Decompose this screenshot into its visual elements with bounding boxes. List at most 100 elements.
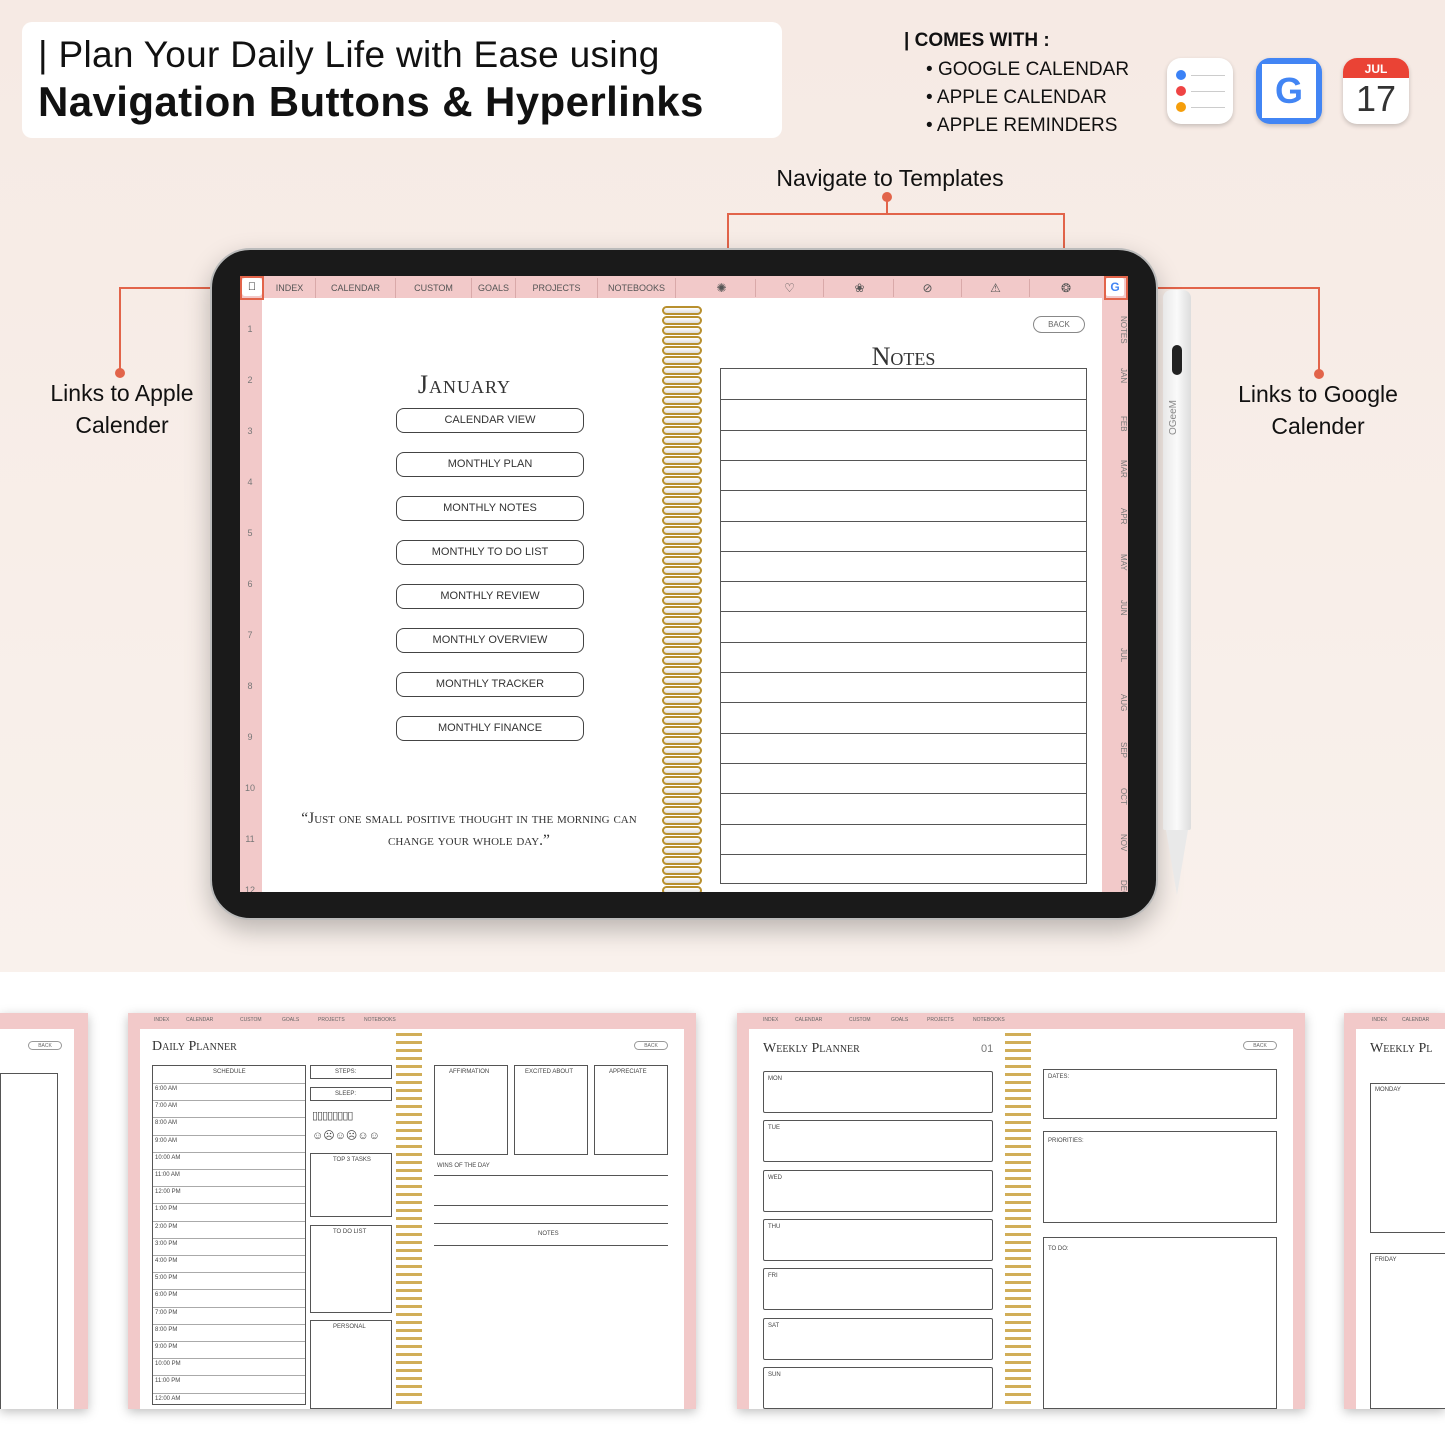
globe-icon[interactable]: ⊘ bbox=[894, 279, 962, 297]
connector-line bbox=[727, 213, 1065, 215]
weekday-box[interactable]: MON bbox=[763, 1071, 993, 1113]
number-tab[interactable]: 12 bbox=[240, 885, 260, 892]
spiral-ring bbox=[662, 616, 702, 625]
schedule-time: 11:00 AM bbox=[155, 1172, 180, 1178]
spiral-ring bbox=[662, 806, 702, 815]
heart-icon[interactable]: ♡ bbox=[756, 279, 824, 297]
priorities-label: PRIORITIES: bbox=[1048, 1138, 1084, 1144]
schedule-rule bbox=[153, 1358, 305, 1360]
tab-calendar[interactable]: CALENDAR bbox=[316, 278, 396, 298]
pencil-indicator bbox=[1172, 345, 1182, 375]
tab-projects[interactable]: PROJECTS bbox=[516, 278, 598, 298]
month-tab[interactable]: MAR bbox=[1102, 460, 1128, 478]
schedule-rule bbox=[153, 1341, 305, 1342]
headline-card: | Plan Your Daily Life with Ease using N… bbox=[22, 22, 782, 138]
weekday-box[interactable]: SUN bbox=[763, 1366, 993, 1409]
back-button[interactable]: BACK bbox=[1033, 316, 1085, 333]
monthly-notes-button[interactable]: MONTHLY NOTES bbox=[396, 496, 584, 521]
back-button[interactable]: BACK bbox=[28, 1041, 62, 1050]
number-tab[interactable]: 1 bbox=[240, 324, 260, 334]
monthly-plan-button[interactable]: MONTHLY PLAN bbox=[396, 452, 584, 477]
month-tab[interactable]: APR bbox=[1102, 508, 1128, 524]
spiral-ring bbox=[662, 396, 702, 405]
schedule-time: 6:00 AM bbox=[155, 1086, 178, 1092]
number-tab[interactable]: 6 bbox=[240, 579, 260, 589]
notes-lines[interactable] bbox=[720, 368, 1087, 884]
hanger-icon[interactable]: ⚠ bbox=[962, 279, 1030, 297]
monthly-overview-button[interactable]: MONTHLY OVERVIEW bbox=[396, 628, 584, 653]
month-tab[interactable]: NOV bbox=[1102, 834, 1128, 851]
tab-custom[interactable]: CUSTOM bbox=[396, 278, 472, 298]
mandala-icon[interactable]: ✺ bbox=[688, 279, 756, 297]
monthly-tracker-button[interactable]: MONTHLY TRACKER bbox=[396, 672, 584, 697]
weekly-title: Weekly Planner bbox=[763, 1041, 860, 1056]
weekday-box[interactable]: SAT bbox=[763, 1317, 993, 1360]
schedule-time: 1:00 PM bbox=[155, 1206, 178, 1213]
number-tab[interactable]: 2 bbox=[240, 375, 260, 385]
tab-notebooks[interactable]: NOTEBOOKS bbox=[598, 278, 676, 298]
back-button[interactable]: BACK bbox=[1243, 1041, 1277, 1050]
number-tab[interactable]: 4 bbox=[240, 477, 260, 487]
month-tab[interactable]: MAY bbox=[1102, 554, 1128, 571]
tab-index[interactable]: INDEX bbox=[264, 278, 316, 298]
dates-label: DATES: bbox=[1048, 1074, 1070, 1080]
weekday-label: SUN bbox=[768, 1371, 781, 1378]
spiral-ring bbox=[662, 676, 702, 685]
monthly-review-button[interactable]: MONTHLY REVIEW bbox=[396, 584, 584, 609]
month-tab[interactable]: DEC bbox=[1102, 880, 1128, 892]
weekday-box[interactable]: FRI bbox=[763, 1268, 993, 1311]
schedule-rule bbox=[153, 1117, 305, 1119]
spiral-ring bbox=[662, 826, 702, 835]
schedule-time: 7:00 AM bbox=[155, 1103, 178, 1110]
note-line bbox=[721, 853, 1086, 855]
back-button[interactable]: BACK bbox=[634, 1041, 668, 1050]
headline-line-2: Navigation Buttons & Hyperlinks bbox=[38, 78, 704, 125]
monthly-finance-button[interactable]: MONTHLY FINANCE bbox=[396, 716, 584, 741]
spiral-ring bbox=[662, 736, 702, 745]
month-tab[interactable]: JUN bbox=[1102, 600, 1128, 616]
note-line bbox=[721, 429, 1086, 431]
month-tab[interactable]: AUG bbox=[1102, 694, 1128, 711]
notes-page: BACK Notes bbox=[705, 298, 1102, 892]
number-tab[interactable]: 9 bbox=[240, 732, 260, 742]
brain-icon[interactable]: ❂ bbox=[1032, 279, 1100, 297]
weekday-box[interactable]: WED bbox=[763, 1169, 993, 1212]
schedule-time: 7:00 PM bbox=[155, 1309, 178, 1316]
schedule-time: 9:00 AM bbox=[155, 1137, 178, 1144]
weekday-box[interactable]: TUE bbox=[763, 1120, 993, 1163]
weekday-label: SAT bbox=[768, 1322, 780, 1329]
month-tab[interactable]: FEB bbox=[1102, 416, 1128, 432]
spiral-ring bbox=[662, 436, 702, 445]
spiral-ring bbox=[662, 636, 702, 645]
thumbnail-weekly-planner[interactable]: INDEX CALENDAR CUSTOM GOALS PROJECTS NOTEBO… bbox=[737, 1013, 1305, 1409]
water-tracker-icons[interactable]: ▯▯▯▯▯▯▯▯ bbox=[312, 1109, 353, 1122]
paw-icon[interactable]: ❀ bbox=[826, 279, 894, 297]
month-tab[interactable]: SEP bbox=[1102, 742, 1128, 758]
month-tab[interactable]: NOTES bbox=[1102, 316, 1128, 344]
monthly-todo-button[interactable]: MONTHLY TO DO LIST bbox=[396, 540, 584, 565]
number-tab[interactable]: 3 bbox=[240, 426, 260, 436]
weekday-box[interactable]: THU bbox=[763, 1218, 993, 1261]
number-tab[interactable]: 10 bbox=[240, 783, 260, 793]
month-tab[interactable]: JUL bbox=[1102, 648, 1128, 662]
note-line bbox=[721, 581, 1086, 583]
month-tab[interactable]: JAN bbox=[1102, 368, 1128, 383]
schedule-rule bbox=[153, 1289, 305, 1291]
number-tab[interactable]: 8 bbox=[240, 681, 260, 691]
thumbnail-notes-partial[interactable]: BACK bbox=[0, 1013, 88, 1409]
number-tab[interactable]: 7 bbox=[240, 630, 260, 640]
notes-label: NOTES bbox=[538, 1231, 559, 1237]
weekday-label: TUE bbox=[768, 1125, 780, 1132]
month-tab[interactable]: OCT bbox=[1102, 788, 1128, 805]
thumbnail-weekly-planner-2[interactable]: INDEX CALENDAR Weekly Pl MONDAY FRIDAY bbox=[1344, 1013, 1445, 1409]
number-tab[interactable]: 11 bbox=[240, 834, 260, 844]
mood-tracker-icons[interactable]: ☺☹☺☹☺☺ bbox=[312, 1129, 380, 1142]
thumbnail-daily-planner[interactable]: INDEX CALENDAR CUSTOM GOALS PROJECTS NOTEBO… bbox=[128, 1013, 696, 1409]
calendar-view-button[interactable]: CALENDAR VIEW bbox=[396, 408, 584, 433]
connector-line bbox=[119, 287, 121, 371]
spiral-ring bbox=[662, 456, 702, 465]
tab-goals[interactable]: GOALS bbox=[472, 278, 516, 298]
schedule-time: 9:00 PM bbox=[155, 1344, 178, 1350]
number-tab[interactable]: 5 bbox=[240, 528, 260, 538]
spiral-ring bbox=[662, 746, 702, 755]
